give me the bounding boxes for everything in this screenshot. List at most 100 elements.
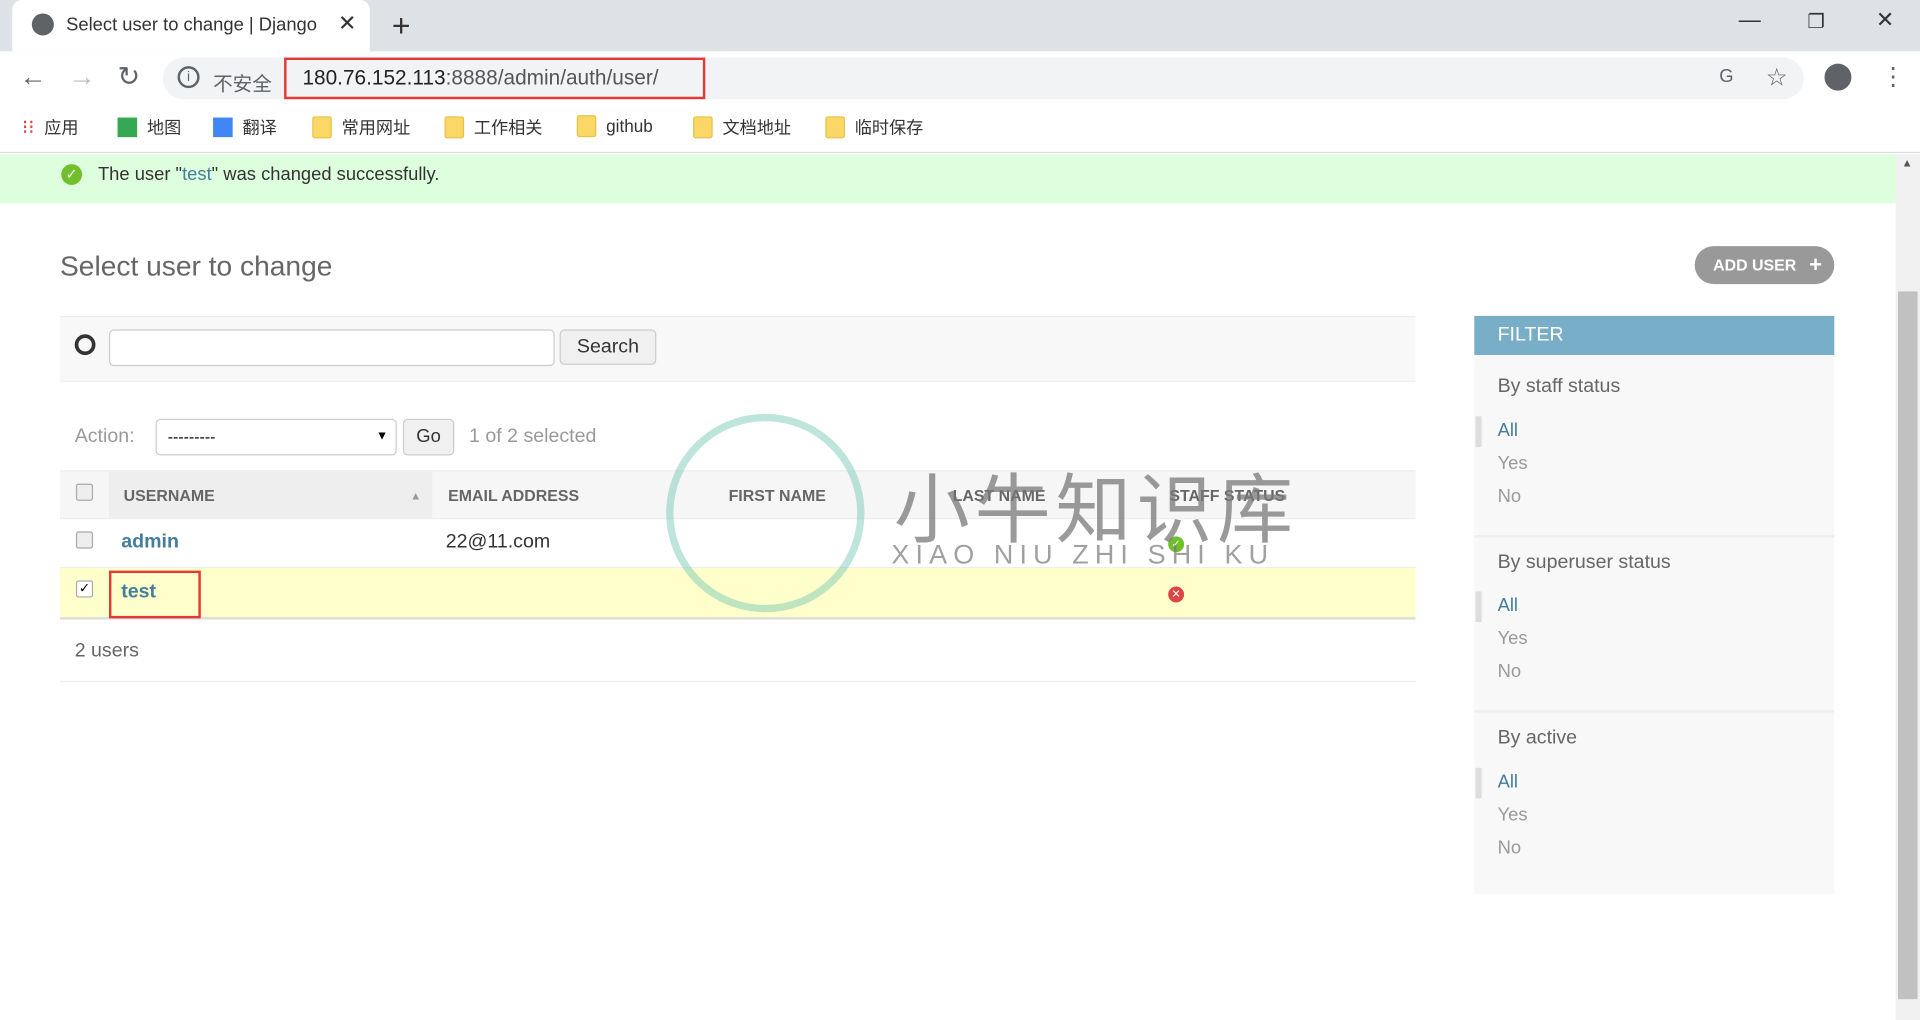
username-link[interactable]: admin [121, 531, 179, 553]
bookmark-folder[interactable]: 临时保存 [825, 115, 923, 139]
filter-option-yes[interactable]: Yes [1498, 453, 1528, 474]
message-suffix: " was changed successfully. [211, 164, 440, 185]
action-select[interactable]: --------- ▼ [155, 418, 397, 456]
url-text[interactable]: 180.76.152.113:8888/admin/auth/user/ [302, 66, 658, 90]
close-tab-icon[interactable]: ✕ [338, 11, 356, 37]
dropdown-arrow-icon: ▼ [376, 429, 389, 444]
selected-marker [1475, 416, 1482, 447]
filter-option-all[interactable]: All [1498, 420, 1518, 441]
action-label: Action: [74, 426, 135, 447]
folder-icon [444, 116, 465, 139]
security-label: 不安全 [213, 74, 272, 96]
message-prefix: The user " [97, 164, 183, 185]
filter-divider [1474, 535, 1835, 538]
username-link[interactable]: test [121, 582, 156, 604]
close-window-button[interactable]: ✕ [1876, 7, 1894, 33]
filter-group-title: By active [1497, 727, 1578, 749]
column-username[interactable]: USERNAME [124, 486, 215, 504]
bookmark-folder[interactable]: github [576, 115, 653, 138]
folder-icon [825, 116, 845, 139]
globe-icon [31, 13, 54, 36]
browser-tab[interactable]: Select user to change | Django ✕ [12, 0, 370, 52]
folder-icon [576, 115, 597, 138]
folder-icon [312, 116, 332, 139]
minimize-button[interactable]: — [1739, 7, 1761, 33]
message-text: The user "test" was changed successfully… [98, 164, 439, 185]
bookmark-apps[interactable]: ⁝⁝ 应用 [22, 115, 79, 139]
url-path: :8888/admin/auth/user/ [445, 66, 659, 90]
select-all-checkbox[interactable] [75, 483, 94, 501]
restore-button[interactable]: ❐ [1807, 10, 1825, 34]
address-bar[interactable]: i 不安全 180.76.152.113:8888/admin/auth/use… [162, 57, 1804, 100]
action-value: --------- [167, 427, 216, 446]
filter-option-yes[interactable]: Yes [1498, 628, 1528, 649]
filter-header: FILTER [1474, 315, 1835, 356]
search-icon [74, 334, 96, 356]
row-checkbox-checked[interactable]: ✓ [75, 580, 94, 598]
filter-panel [1474, 355, 1835, 894]
success-icon: ✓ [61, 164, 83, 185]
bookmark-label: 翻译 [242, 117, 277, 138]
reload-icon[interactable]: ↻ [118, 61, 141, 93]
bookmark-label: 应用 [44, 117, 79, 138]
bookmark-label: 常用网址 [341, 117, 411, 138]
scroll-up-icon[interactable]: ▲ [1902, 157, 1913, 169]
filter-divider [1474, 710, 1835, 713]
message-user-link[interactable]: test [182, 164, 212, 185]
filter-group-title: By superuser status [1497, 552, 1671, 574]
watermark-logo [666, 413, 865, 613]
info-icon: i [177, 66, 200, 89]
translate-icon [213, 117, 233, 138]
filter-group-title: By staff status [1497, 375, 1621, 397]
profile-icon[interactable] [1824, 63, 1852, 91]
filter-option-no[interactable]: No [1498, 838, 1521, 859]
bookmark-label: 工作相关 [473, 117, 543, 138]
bookmark-folder[interactable]: 常用网址 [312, 115, 410, 139]
maps-icon [117, 117, 138, 138]
filter-option-no[interactable]: No [1498, 486, 1521, 507]
search-button[interactable]: Search [559, 329, 657, 365]
plus-icon: + [1809, 252, 1823, 277]
sort-ascending-icon[interactable]: ▲ [410, 490, 421, 502]
column-email[interactable]: EMAIL ADDRESS [448, 486, 579, 504]
translate-icon[interactable]: G [1719, 66, 1733, 87]
bookmark-label: 临时保存 [854, 117, 924, 138]
add-user-button[interactable]: ADD USER + [1694, 246, 1835, 285]
page-title: Select user to change [60, 249, 333, 282]
selected-marker [1475, 591, 1482, 623]
search-input[interactable] [108, 329, 555, 367]
result-count: 2 users [74, 640, 139, 662]
bookmark-folder[interactable]: 工作相关 [444, 115, 542, 139]
success-message: ✓ The user "test" was changed successful… [0, 154, 1896, 204]
bookmarks-bar: ⁝⁝ 应用 地图 翻译 常用网址 工作相关 github 文档地址 临时保存 [0, 102, 1920, 154]
url-host: 180.76.152.113 [302, 66, 446, 90]
apps-icon: ⁝⁝ [22, 117, 35, 139]
tab-title: Select user to change | Django [66, 14, 317, 36]
selected-marker [1475, 767, 1482, 799]
filter-option-no[interactable]: No [1498, 661, 1521, 682]
selected-count: 1 of 2 selected [468, 426, 597, 447]
filter-option-all[interactable]: All [1498, 595, 1518, 616]
staff-no-icon: ✕ [1168, 586, 1185, 603]
new-tab-button[interactable]: + [392, 7, 411, 45]
bookmark-label: 文档地址 [722, 117, 792, 138]
add-user-label: ADD USER [1713, 255, 1797, 275]
bookmark-maps[interactable]: 地图 [117, 115, 182, 139]
bookmark-translate[interactable]: 翻译 [213, 115, 277, 139]
bookmark-folder[interactable]: 文档地址 [693, 115, 791, 139]
email-cell: 22@11.com [445, 531, 551, 553]
bookmark-label: github [606, 116, 653, 136]
bookmark-label: 地图 [146, 117, 182, 138]
row-checkbox[interactable] [75, 531, 94, 549]
filter-option-all[interactable]: All [1498, 771, 1518, 792]
scrollbar-thumb[interactable] [1897, 291, 1918, 1000]
menu-icon[interactable]: ⋮ [1881, 61, 1905, 92]
go-button[interactable]: Go [402, 418, 455, 456]
watermark-subtext: XIAO NIU ZHI SHI KU [891, 538, 1275, 570]
back-icon[interactable]: ← [20, 61, 47, 93]
divider [60, 680, 1416, 683]
forward-icon[interactable]: → [69, 61, 96, 93]
folder-icon [693, 116, 713, 139]
star-icon[interactable]: ☆ [1766, 62, 1788, 93]
filter-option-yes[interactable]: Yes [1498, 804, 1528, 825]
